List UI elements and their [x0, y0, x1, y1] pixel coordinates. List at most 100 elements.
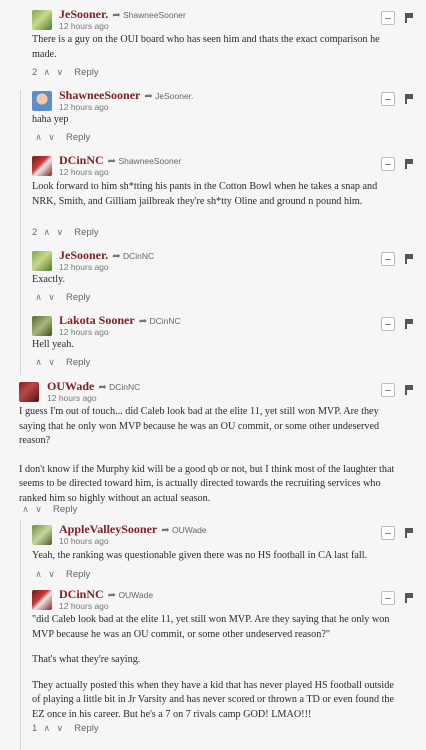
comment-actions: 2 ∧ ∨ Reply: [32, 227, 99, 238]
flag-icon[interactable]: [405, 159, 413, 169]
upvote-icon[interactable]: ∧: [40, 67, 53, 78]
reply-arrow-icon: ➦: [98, 382, 107, 393]
flag-icon[interactable]: [405, 254, 413, 264]
author-link[interactable]: DCinNC: [59, 153, 104, 167]
vote-count: 2: [32, 67, 38, 78]
author-link[interactable]: ShawneeSooner: [59, 88, 140, 102]
flag-icon[interactable]: [405, 385, 413, 395]
comment-body: "did Caleb look bad at the elite 11, yet…: [32, 613, 402, 723]
collapse-button[interactable]: [381, 317, 395, 331]
downvote-icon[interactable]: ∨: [53, 227, 66, 238]
timestamp[interactable]: 12 hours ago: [47, 393, 97, 403]
reply-to-name[interactable]: ShawneeSooner: [118, 156, 181, 166]
user-avatar[interactable]: [19, 382, 39, 402]
reply-link[interactable]: Reply: [66, 357, 90, 368]
reply-to[interactable]: ➦ DCinNC: [138, 316, 181, 327]
upvote-icon[interactable]: ∧: [32, 292, 45, 303]
timestamp[interactable]: 10 hours ago: [59, 536, 109, 546]
reply-link[interactable]: Reply: [74, 723, 98, 734]
timestamp[interactable]: 12 hours ago: [59, 327, 109, 337]
downvote-icon[interactable]: ∨: [45, 132, 58, 143]
comment-paragraph: I don't know if the Murphy kid will be a…: [19, 463, 395, 504]
thread-line: [20, 90, 21, 375]
reply-arrow-icon: ➦: [138, 316, 148, 327]
reply-to-name[interactable]: OUWade: [118, 590, 153, 600]
reply-to-name[interactable]: DCinNC: [109, 382, 140, 392]
collapse-button[interactable]: [381, 383, 395, 397]
flag-icon[interactable]: [405, 13, 413, 23]
comment-actions: ∧ ∨ Reply: [32, 569, 90, 580]
reply-link[interactable]: Reply: [74, 67, 98, 78]
timestamp[interactable]: 12 hours ago: [59, 21, 109, 31]
reply-arrow-icon: ➦: [112, 251, 121, 262]
comment-paragraph: That's what they're saying.: [32, 654, 141, 666]
author-link[interactable]: JeSooner.: [59, 248, 108, 262]
vote-count: 1: [32, 723, 38, 734]
downvote-icon[interactable]: ∨: [53, 723, 66, 734]
downvote-icon[interactable]: ∨: [32, 504, 45, 515]
user-avatar[interactable]: [32, 590, 52, 610]
timestamp[interactable]: 12 hours ago: [59, 167, 109, 177]
collapse-button[interactable]: [381, 11, 395, 25]
upvote-icon[interactable]: ∧: [32, 357, 45, 368]
author-link[interactable]: OUWade: [47, 379, 94, 393]
reply-to[interactable]: ➦ DCinNC: [112, 251, 154, 262]
author-link[interactable]: DCinNC: [59, 587, 104, 601]
upvote-icon[interactable]: ∧: [32, 132, 45, 143]
reply-link[interactable]: Reply: [74, 227, 98, 238]
comment-paragraph: haha yep: [32, 114, 69, 125]
collapse-button[interactable]: [381, 591, 395, 605]
reply-to[interactable]: ➦ ShawneeSooner: [108, 156, 182, 167]
user-avatar[interactable]: [32, 525, 52, 545]
timestamp[interactable]: 12 hours ago: [59, 601, 109, 611]
user-avatar[interactable]: [32, 156, 52, 176]
reply-arrow-icon: ➦: [161, 525, 170, 536]
reply-to-name[interactable]: ShawneeSooner: [123, 10, 186, 20]
flag-icon[interactable]: [405, 94, 413, 104]
reply-to-name[interactable]: DCinNC: [123, 251, 154, 261]
timestamp[interactable]: 12 hours ago: [59, 262, 109, 272]
comment-paragraph: Yeah, the ranking was questionable given…: [32, 550, 368, 561]
author-link[interactable]: AppleValleySooner: [59, 522, 157, 536]
flag-icon[interactable]: [405, 319, 413, 329]
upvote-icon[interactable]: ∧: [40, 227, 53, 238]
comment-actions: ∧ ∨ Reply: [32, 292, 90, 303]
user-avatar[interactable]: [32, 316, 52, 336]
comment-actions: ∧ ∨ Reply: [19, 504, 77, 515]
collapse-button[interactable]: [381, 92, 395, 106]
reply-to[interactable]: ➦ OUWade: [161, 525, 207, 536]
downvote-icon[interactable]: ∨: [45, 357, 58, 368]
flag-icon[interactable]: [405, 528, 413, 538]
downvote-icon[interactable]: ∨: [45, 292, 58, 303]
reply-to-name[interactable]: JeSooner.: [155, 91, 193, 101]
collapse-button[interactable]: [381, 157, 395, 171]
flag-icon[interactable]: [405, 593, 413, 603]
upvote-icon[interactable]: ∧: [40, 723, 53, 734]
reply-to[interactable]: ➦ OUWade: [108, 590, 153, 601]
reply-link[interactable]: Reply: [66, 569, 90, 580]
collapse-button[interactable]: [381, 526, 395, 540]
user-avatar[interactable]: [32, 91, 52, 111]
upvote-icon[interactable]: ∧: [19, 504, 32, 515]
reply-link[interactable]: Reply: [66, 292, 90, 303]
comment-actions: 1 ∧ ∨ Reply: [32, 723, 99, 734]
author-link[interactable]: JeSooner.: [59, 7, 108, 21]
user-avatar[interactable]: [32, 10, 52, 30]
user-avatar[interactable]: [32, 251, 52, 271]
comment-paragraph: Hell yeah.: [32, 339, 74, 350]
reply-to-name[interactable]: DCinNC: [149, 316, 180, 326]
reply-to[interactable]: ➦ ShawneeSooner: [112, 10, 186, 21]
comment-paragraph: Exactly.: [32, 274, 65, 285]
upvote-icon[interactable]: ∧: [32, 569, 45, 580]
downvote-icon[interactable]: ∨: [53, 67, 66, 78]
timestamp[interactable]: 12 hours ago: [59, 102, 109, 112]
reply-to-name[interactable]: OUWade: [172, 525, 207, 535]
collapse-button[interactable]: [381, 252, 395, 266]
downvote-icon[interactable]: ∨: [45, 569, 58, 580]
reply-to[interactable]: ➦ DCinNC: [98, 382, 140, 393]
comment-body: haha yep: [32, 113, 402, 128]
reply-link[interactable]: Reply: [53, 504, 77, 515]
author-link[interactable]: Lakota Sooner: [59, 313, 135, 327]
reply-link[interactable]: Reply: [66, 132, 90, 143]
reply-to[interactable]: ➦ JeSooner.: [144, 91, 193, 102]
